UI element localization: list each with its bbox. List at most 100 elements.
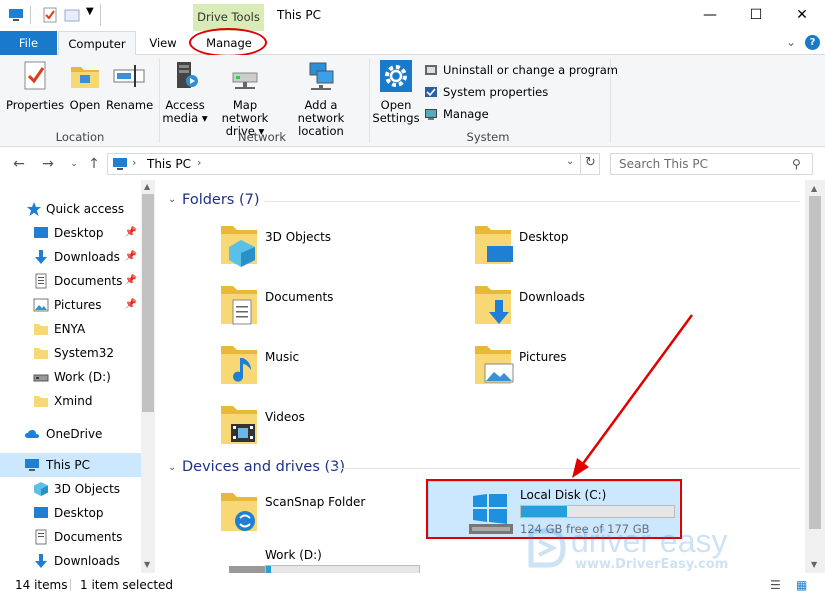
map-network-drive-label: Map network [221,98,269,125]
network-location-icon [309,62,334,90]
nav-item-xmind[interactable]: Xmind [0,389,141,413]
scroll-up-icon[interactable]: ▲ [144,182,150,191]
work-drive-tile[interactable]: Work (D:) [219,546,459,573]
new-folder-icon[interactable] [64,7,80,23]
nav-quick-access[interactable]: Quick access [0,197,141,221]
forward-button[interactable]: → [38,154,58,174]
manage-highlight-circle [189,28,267,57]
devices-section-header[interactable]: Devices and drives (3) [182,459,345,475]
refresh-icon[interactable]: ↻ [585,155,596,170]
divider [610,59,611,143]
document-icon [35,529,47,545]
help-icon[interactable]: ? [805,35,820,50]
nav-this-pc-downloads[interactable]: Downloads [0,549,141,573]
expand-ribbon-icon[interactable]: ⌄ [786,35,796,49]
rename-button[interactable]: Rename [106,59,153,112]
search-input[interactable]: Search This PC [610,153,813,175]
divider [369,59,370,143]
nav-item-pictures[interactable]: Pictures 📌 [0,293,141,317]
nav-label: Documents [54,530,123,544]
scroll-up-icon[interactable]: ▲ [811,184,817,193]
nav-item-enya[interactable]: ENYA [0,317,141,341]
tab-view[interactable]: View [140,31,186,55]
folders-section-header[interactable]: Folders (7) [182,192,260,208]
3d-objects-folder-icon [221,226,257,267]
recent-locations-button[interactable]: ⌄ [64,154,84,174]
nav-item-documents[interactable]: Documents 📌 [0,269,141,293]
folder-icon [34,396,48,407]
desktop-icon [34,227,48,238]
status-selection: 1 item selected [80,578,174,592]
access-media-button[interactable]: Access media ▾ [162,59,208,125]
folder-desktop[interactable]: Desktop [473,222,713,278]
customize-quick-access-icon[interactable]: ▼ [86,6,94,17]
nav-label: Pictures [54,298,102,312]
folder-label: Documents [265,290,334,304]
this-pc-icon [113,158,127,170]
address-dropdown-icon[interactable]: ⌄ [566,156,574,167]
nav-this-pc[interactable]: This PC [0,453,141,477]
address-bar[interactable]: › This PC › ⌄ ↻ [107,153,600,175]
breadcrumb-chevron-icon[interactable]: › [197,156,201,169]
tab-computer[interactable]: Computer [58,31,136,56]
nav-label: System32 [54,346,115,360]
content-scroll-thumb[interactable] [809,196,821,529]
collapse-chevron-icon[interactable]: ⌄ [168,194,176,205]
collapse-chevron-icon[interactable]: ⌄ [168,462,176,473]
divider [30,6,31,24]
system-properties-button[interactable]: System properties [424,83,548,101]
ribbon-computer: Properties Open Rename Location Access m… [0,55,825,147]
documents-folder-icon [221,286,257,325]
back-button[interactable]: ← [9,154,29,174]
downloads-folder-icon [475,286,511,324]
scroll-down-icon[interactable]: ▼ [144,560,150,569]
nav-scroll-thumb[interactable] [142,194,154,412]
window-title: This PC [277,8,321,22]
nav-label: Documents [54,274,123,288]
open-button[interactable]: Open [66,59,104,112]
folder-music[interactable]: Music [219,342,459,398]
details-view-icon[interactable]: ☰ [770,573,781,597]
folder-3d-objects[interactable]: 3D Objects [219,222,459,278]
breadcrumb-chevron-icon[interactable]: › [132,156,136,169]
nav-item-work-drive[interactable]: Work (D:) [0,365,141,389]
content-scrollbar[interactable]: ▲ ▼ [805,180,825,573]
folder-label: 3D Objects [265,230,332,244]
open-settings-button[interactable]: Open Settings [372,59,420,125]
close-button[interactable]: ✕ [779,0,825,31]
folder-documents[interactable]: Documents [219,282,459,338]
nav-this-pc-desktop[interactable]: Desktop [0,501,141,525]
nav-item-downloads[interactable]: Downloads 📌 [0,245,141,269]
nav-onedrive[interactable]: OneDrive [0,422,141,446]
minimize-button[interactable]: — [687,0,733,31]
folder-icon [34,324,48,335]
add-network-location-button[interactable]: Add a network location [282,59,360,138]
this-pc-icon [25,459,39,471]
music-folder-icon [221,346,257,384]
this-pc-icon[interactable] [8,7,24,23]
nav-this-pc-documents[interactable]: Documents [0,525,141,549]
nav-item-system32[interactable]: System32 [0,341,141,365]
manage-computer-button[interactable]: Manage [424,105,489,123]
pin-icon: 📌 [124,227,137,238]
uninstall-program-button[interactable]: Uninstall or change a program [424,61,618,79]
map-network-drive-button[interactable]: Map network drive ▾ [208,59,282,138]
folder-videos[interactable]: Videos [219,402,459,458]
nav-item-desktop[interactable]: Desktop 📌 [0,221,141,245]
maximize-button[interactable]: ☐ [733,0,779,31]
nav-label: Desktop [54,506,104,520]
properties-button[interactable]: Properties [6,59,64,112]
nav-this-pc-3d-objects[interactable]: 3D Objects [0,477,141,501]
nav-scrollbar[interactable]: ▲ ▼ [141,180,155,573]
ribbon-tabs: File Computer View Manage ⌄ ? [0,31,825,56]
scroll-down-icon[interactable]: ▼ [811,560,817,569]
status-item-count: 14 items [15,578,68,592]
properties-icon[interactable] [42,7,58,23]
scansnap-folder[interactable]: ScanSnap Folder [219,489,459,545]
tab-file[interactable]: File [0,31,57,55]
breadcrumb-this-pc[interactable]: This PC [147,157,191,171]
large-icons-view-icon[interactable]: ▦ [796,573,807,597]
nav-label: ENYA [54,322,86,336]
up-button[interactable]: ↑ [84,154,104,174]
picture-icon [33,298,49,312]
